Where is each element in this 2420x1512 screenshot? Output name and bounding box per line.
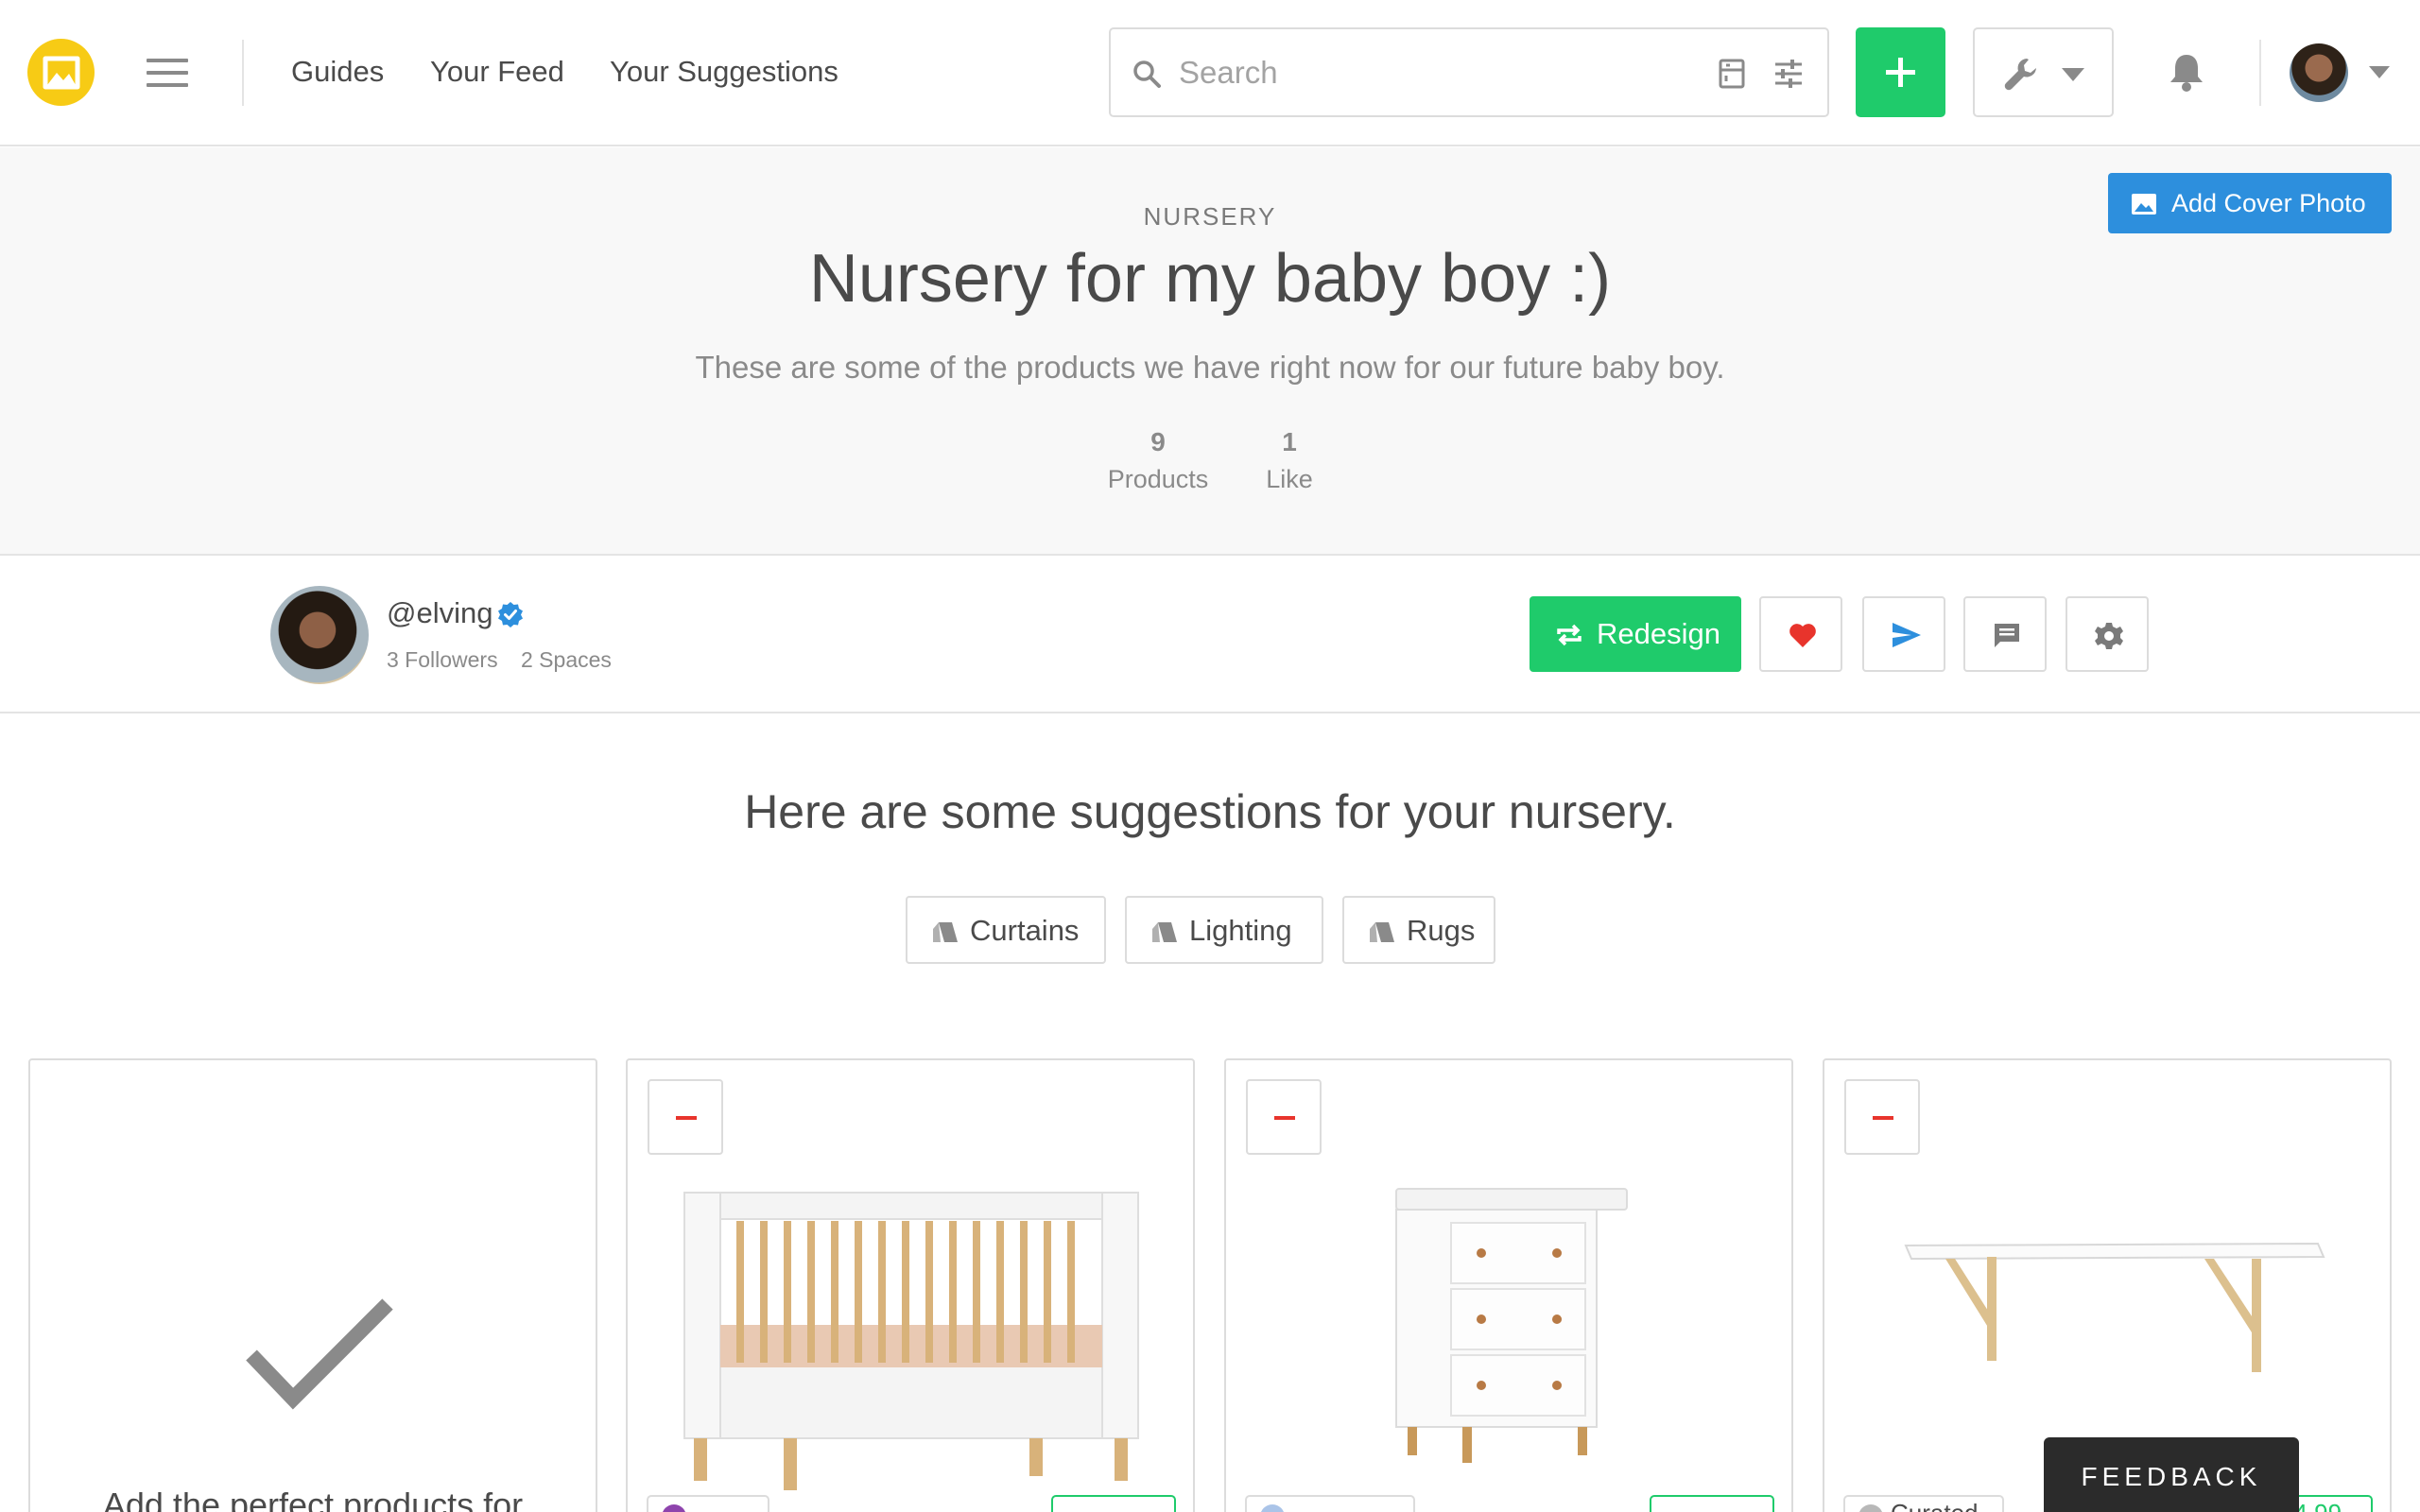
- tag-label: Curtains: [970, 914, 1080, 947]
- curator-avatar: [662, 1504, 686, 1512]
- wrench-icon: [2004, 59, 2036, 91]
- nav-link-your-suggestions[interactable]: Your Suggestions: [610, 55, 838, 89]
- redesign-button[interactable]: Redesign: [1530, 596, 1741, 672]
- space-header: Add Cover Photo NURSERY Nursery for my b…: [0, 147, 2420, 556]
- home-logo[interactable]: [27, 39, 95, 106]
- heart-icon: [1789, 624, 1816, 647]
- stat-label: Like: [1266, 465, 1313, 493]
- product-image-shelf[interactable]: [1902, 1230, 2327, 1382]
- tag-icon: [1370, 922, 1394, 942]
- tag-label: Rugs: [1407, 914, 1476, 947]
- feedback-button[interactable]: FEEDBACK: [2044, 1437, 2299, 1512]
- add-product-button[interactable]: [1856, 27, 1945, 117]
- tools-dropdown-button[interactable]: [1973, 27, 2114, 117]
- share-button[interactable]: [1862, 596, 1945, 672]
- owner-followers[interactable]: 3 Followers: [387, 647, 498, 673]
- tag-icon: [1152, 922, 1177, 942]
- repeat-icon: [1557, 624, 1582, 646]
- nav-link-your-feed[interactable]: Your Feed: [430, 55, 564, 89]
- remove-product-button[interactable]: [1246, 1079, 1322, 1155]
- price-badge[interactable]: [1051, 1495, 1176, 1512]
- like-button[interactable]: [1759, 596, 1842, 672]
- add-products-card[interactable]: Add the perfect products for: [28, 1058, 597, 1512]
- nav-divider: [2259, 40, 2261, 106]
- curator-avatar: [1260, 1504, 1285, 1512]
- notifications-bell-icon[interactable]: [2169, 52, 2204, 94]
- product-card-crib[interactable]: [626, 1058, 1195, 1512]
- minus-icon: [1873, 1116, 1893, 1120]
- settings-button[interactable]: [2066, 596, 2149, 672]
- remove-product-button[interactable]: [1844, 1079, 1920, 1155]
- verified-badge-icon: [498, 602, 523, 627]
- search-box: [1109, 27, 1829, 117]
- filters-icon[interactable]: [1772, 58, 1805, 90]
- stat-value: 1: [1282, 427, 1297, 456]
- search-input[interactable]: [1179, 50, 1670, 95]
- suggestions-heading: Here are some suggestions for your nurse…: [744, 785, 1676, 838]
- tag-lighting[interactable]: Lighting: [1125, 896, 1323, 964]
- tag-rugs[interactable]: Rugs: [1342, 896, 1495, 964]
- stat-likes[interactable]: 1 Like: [1209, 427, 1370, 494]
- product-card-dresser[interactable]: [1224, 1058, 1793, 1512]
- tag-curtains[interactable]: Curtains: [906, 896, 1106, 964]
- menu-icon[interactable]: [147, 59, 188, 87]
- owner-bar: @elving 3 Followers 2 Spaces Redesign: [0, 557, 2420, 713]
- page-title: Nursery for my baby boy :): [808, 241, 1612, 317]
- minus-icon: [1274, 1116, 1295, 1120]
- redesign-label: Redesign: [1597, 617, 1720, 650]
- gear-icon: [2095, 623, 2123, 649]
- tag-label: Lighting: [1189, 914, 1292, 947]
- curator-badge[interactable]: Curated: [1843, 1495, 2004, 1512]
- price-badge[interactable]: [1650, 1495, 1774, 1512]
- curator-badge[interactable]: [1245, 1495, 1415, 1512]
- nav-divider: [242, 40, 244, 106]
- owner-spaces[interactable]: 2 Spaces: [521, 647, 612, 673]
- chevron-down-icon[interactable]: [2369, 66, 2390, 78]
- product-image-dresser[interactable]: [1377, 1183, 1642, 1467]
- owner-handle[interactable]: @elving: [387, 596, 493, 630]
- nav-link-guides[interactable]: Guides: [291, 55, 384, 89]
- space-filter-icon[interactable]: [1718, 58, 1746, 90]
- owner-avatar[interactable]: [270, 586, 369, 684]
- user-avatar[interactable]: [2290, 43, 2348, 102]
- curated-label: Curated: [1891, 1499, 1979, 1512]
- product-image-crib[interactable]: [670, 1145, 1152, 1495]
- comments-button[interactable]: [1963, 596, 2047, 672]
- send-icon: [1893, 623, 1921, 647]
- chevron-down-icon: [2062, 68, 2084, 81]
- minus-icon: [676, 1116, 697, 1120]
- checkmark-icon: [246, 1298, 393, 1410]
- search-icon: [1133, 60, 1161, 88]
- curator-badge[interactable]: [647, 1495, 769, 1512]
- remove-product-button[interactable]: [648, 1079, 723, 1155]
- comment-icon: [1995, 624, 2019, 647]
- logo-icon: [43, 56, 80, 90]
- top-navigation: Guides Your Feed Your Suggestions: [0, 0, 2420, 146]
- curator-avatar: [1858, 1504, 1883, 1512]
- add-products-text: Add the perfect products for: [102, 1486, 524, 1512]
- space-description: These are some of the products we have r…: [695, 350, 1725, 385]
- tag-icon: [933, 922, 958, 942]
- space-category: NURSERY: [1143, 202, 1277, 231]
